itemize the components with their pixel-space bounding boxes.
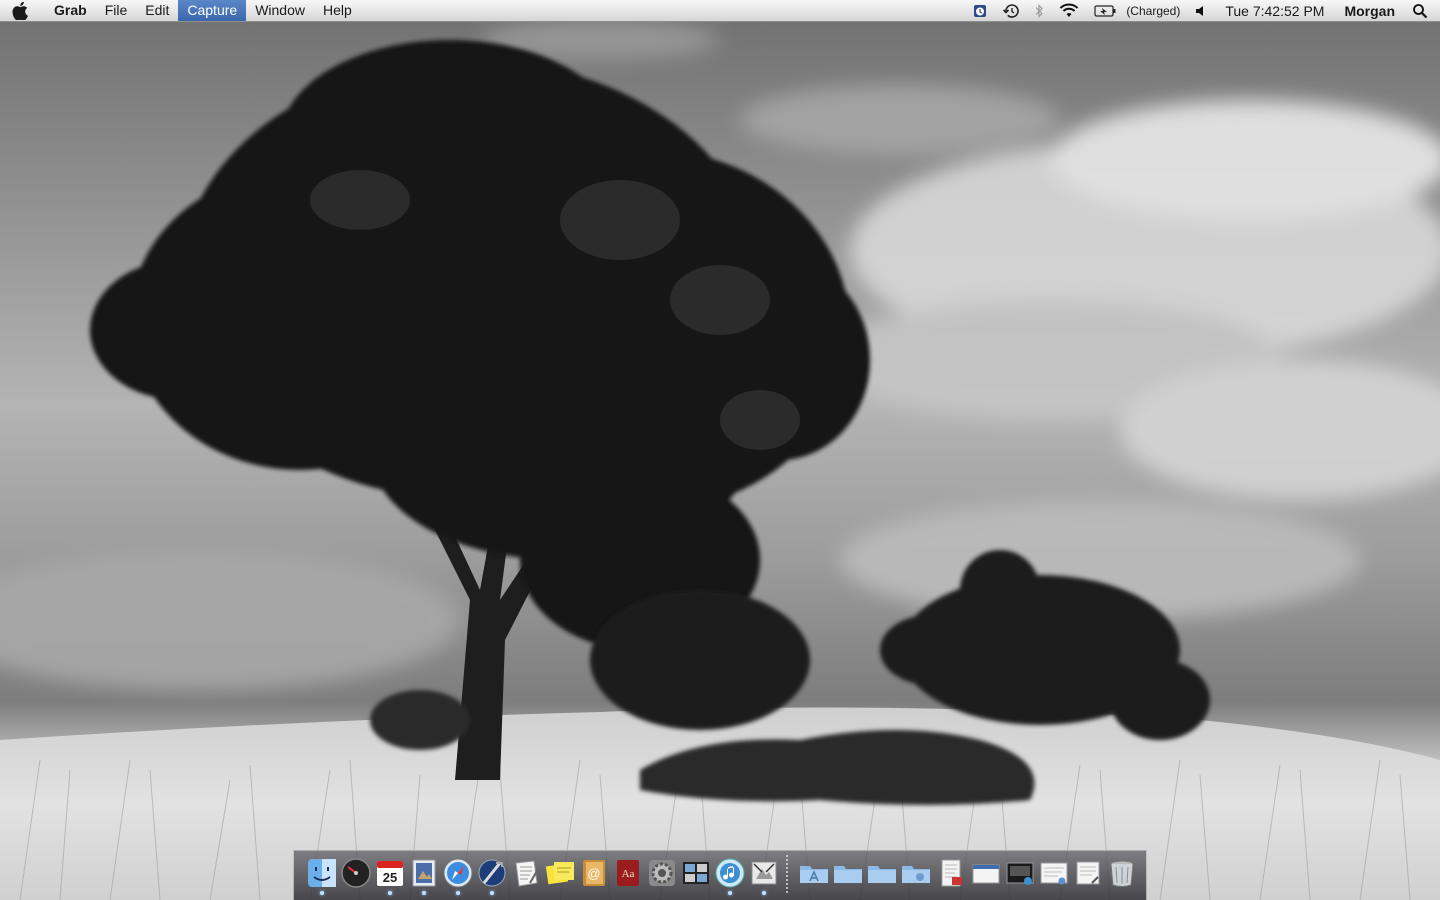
dock-grab-icon[interactable] <box>748 857 780 895</box>
dock-preview-icon[interactable] <box>408 857 440 895</box>
dock-xcode-icon[interactable] <box>476 857 508 895</box>
grab-running-indicator <box>762 891 766 895</box>
dock-separator <box>786 855 788 895</box>
dock-doc-stack-3-icon[interactable] <box>1004 857 1036 889</box>
xcode-running-indicator <box>490 891 494 895</box>
spotlight-icon[interactable] <box>1405 0 1440 21</box>
dock-dashboard-icon[interactable] <box>340 857 372 889</box>
dock-ical-icon[interactable]: 25 <box>374 857 406 895</box>
menu-help[interactable]: Help <box>314 0 361 21</box>
dock-finder-icon[interactable] <box>306 857 338 895</box>
preview-running-indicator <box>422 891 426 895</box>
menu-file[interactable]: File <box>96 0 137 21</box>
dock-itunes-icon[interactable] <box>714 857 746 895</box>
menu-clock[interactable]: Tue 7:42:52 PM <box>1215 0 1334 21</box>
battery-icon[interactable] <box>1087 0 1123 21</box>
svg-text:@: @ <box>587 866 600 881</box>
dock-stickies-icon[interactable] <box>544 857 576 889</box>
menu-user-name[interactable]: Morgan <box>1334 0 1405 21</box>
ical-running-indicator <box>388 891 392 895</box>
desktop: Grab File Edit Capture Window Help (Char… <box>0 0 1440 900</box>
menu-app-name[interactable]: Grab <box>40 0 96 21</box>
dock-dictionary-icon[interactable]: Aa <box>612 857 644 889</box>
wifi-icon[interactable] <box>1051 0 1087 21</box>
dock-doc-stack-4-icon[interactable] <box>1038 857 1070 889</box>
menu-bar: Grab File Edit Capture Window Help (Char… <box>0 0 1440 22</box>
dock-home-folder-icon[interactable] <box>900 857 932 889</box>
dock-system-preferences-icon[interactable] <box>646 857 678 889</box>
itunes-running-indicator <box>728 891 732 895</box>
time-machine-icon[interactable] <box>995 0 1027 21</box>
dock: 25 @ Aa <box>293 850 1147 900</box>
dock-doc-stack-1-icon[interactable] <box>936 857 968 889</box>
svg-text:Aa: Aa <box>622 868 635 880</box>
dock-address-book-icon[interactable]: @ <box>578 857 610 889</box>
bluetooth-icon[interactable] <box>1027 0 1051 21</box>
dock-safari-icon[interactable] <box>442 857 474 895</box>
volume-icon[interactable] <box>1187 0 1215 21</box>
apple-menu-icon[interactable] <box>0 0 40 21</box>
dock-documents-folder-icon[interactable] <box>832 857 864 889</box>
dock-doc-stack-2-icon[interactable] <box>970 857 1002 889</box>
alarm-clock-icon[interactable] <box>965 0 995 21</box>
finder-running-indicator <box>320 891 324 895</box>
menu-window[interactable]: Window <box>246 0 314 21</box>
menu-edit[interactable]: Edit <box>136 0 178 21</box>
battery-status-text[interactable]: (Charged) <box>1123 0 1187 21</box>
dock-trash-icon[interactable] <box>1106 857 1138 889</box>
dock-spaces-icon[interactable] <box>680 857 712 889</box>
dock-applications-folder-icon[interactable] <box>798 857 830 889</box>
dock-textedit-icon[interactable] <box>510 857 542 889</box>
safari-running-indicator <box>456 891 460 895</box>
dock-downloads-folder-icon[interactable] <box>866 857 898 889</box>
wallpaper <box>0 20 1440 900</box>
menu-capture[interactable]: Capture <box>178 0 247 21</box>
dock-doc-stack-5-icon[interactable] <box>1072 857 1104 889</box>
ical-date: 25 <box>383 870 397 885</box>
